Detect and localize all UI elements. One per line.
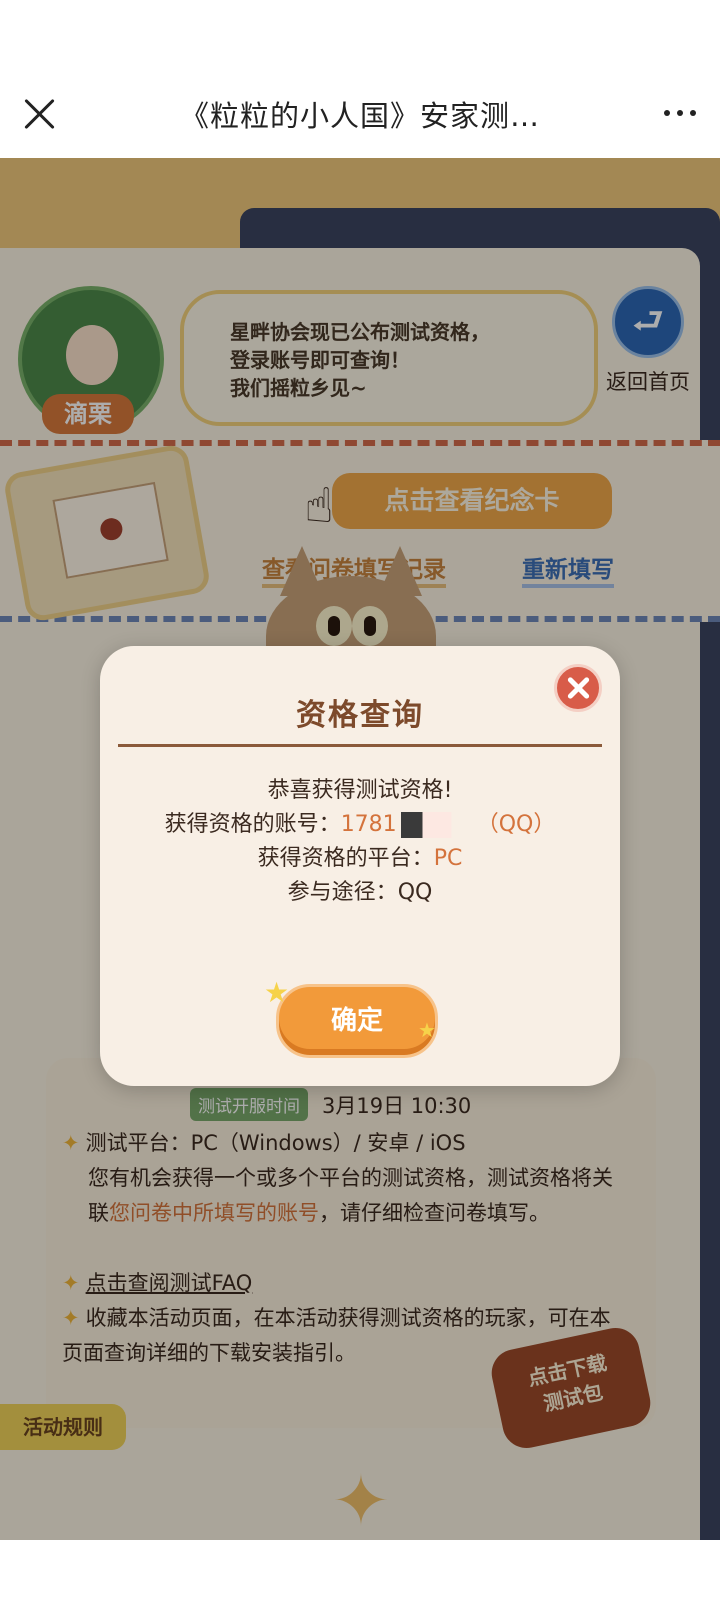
route-row: 参与途径：QQ	[100, 874, 620, 906]
platform-label: 获得资格的平台：	[257, 846, 434, 871]
page-title: 《粒粒的小人国》安家测…	[179, 99, 540, 133]
status-bar	[0, 0, 720, 80]
star-icon: ★	[418, 1018, 436, 1042]
route-value: QQ	[397, 880, 433, 905]
congrats-text: 恭喜获得测试资格!	[267, 778, 453, 803]
account-value: 1781	[340, 812, 397, 837]
confirm-button[interactable]: 确定	[276, 984, 438, 1058]
more-options-icon[interactable]	[664, 110, 696, 116]
qualification-dialog: 资格查询 恭喜获得测试资格! 获得资格的账号：1781 （QQ） 获得资格的平台：…	[100, 646, 620, 1086]
platform-value: PC	[433, 846, 463, 871]
dialog-title: 资格查询	[296, 698, 424, 733]
route-label: 参与途径：	[287, 880, 398, 905]
dialog-divider	[118, 744, 602, 747]
bottom-bar	[0, 1540, 720, 1602]
account-mask	[400, 812, 473, 838]
account-type: （QQ）	[476, 812, 556, 837]
platform-row: 获得资格的平台：PC	[100, 840, 620, 872]
star-icon: ★	[264, 976, 290, 1009]
account-label: 获得资格的账号：	[164, 812, 341, 837]
account-row: 获得资格的账号：1781 （QQ）	[100, 806, 620, 838]
